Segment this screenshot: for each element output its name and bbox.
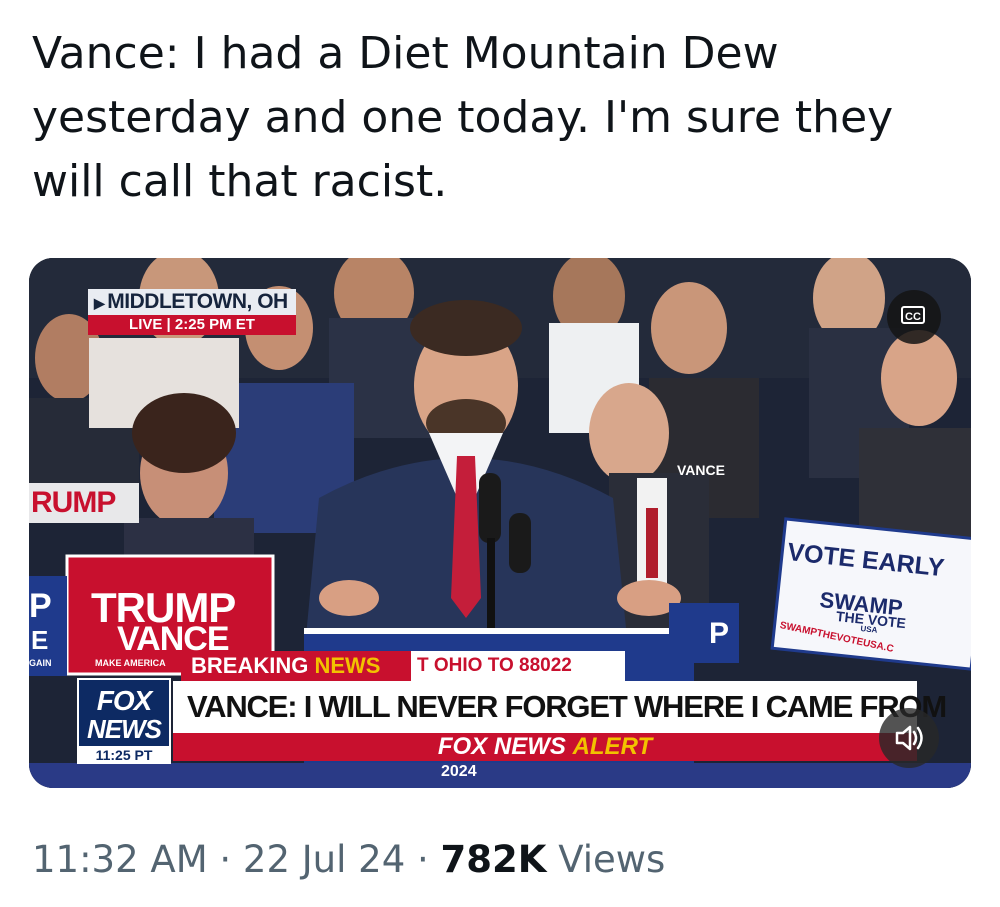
sign-make-america: MAKE AMERICA [95, 658, 166, 668]
meta-separator: · [207, 838, 243, 881]
volume-button[interactable] [879, 708, 939, 768]
views-count[interactable]: 782K [441, 838, 547, 881]
alert-prefix: FOX NEWS [437, 733, 566, 760]
network-line2: NEWS [87, 714, 162, 744]
cc-icon: CC [901, 306, 925, 324]
sign-e-left: E [31, 625, 49, 655]
tweet-date[interactable]: 22 Jul 24 [243, 838, 405, 881]
news-headline: VANCE: I WILL NEVER FORGET WHERE I CAME … [173, 681, 947, 733]
views-label: Views [546, 838, 666, 881]
podium-year: 2024 [441, 763, 477, 780]
shirt-vance-text: VANCE [677, 462, 725, 478]
sign-p-right: P [709, 617, 730, 650]
location-text: MIDDLETOWN, OH [107, 290, 288, 313]
closed-captions-button[interactable]: CC [887, 290, 941, 344]
breaking-label: BREAKING [191, 653, 309, 678]
video-player[interactable]: TRUMP VANCE MAKE AMERICA P E GAIN RUMP P… [29, 258, 971, 788]
sign-gain: GAIN [29, 658, 52, 668]
tweet-text: Vance: I had a Diet Mountain Dew yesterd… [32, 28, 894, 207]
network-time: 11:25 PT [77, 746, 171, 764]
sign-usa: USA [860, 624, 878, 635]
sign-rump: RUMP [31, 486, 116, 519]
speaker-volume-icon [895, 725, 923, 751]
breaking-news-label: NEWS [314, 653, 381, 678]
sign-p-left: P [29, 587, 52, 625]
ticker-text: T OHIO TO 88022 [411, 651, 625, 681]
network-line1: FOX [96, 685, 153, 716]
fox-news-alert-bar: FOX NEWS ALERT [173, 733, 917, 761]
meta-separator: · [405, 838, 441, 881]
tweet-meta: 11:32 AM · 22 Jul 24 · 782K Views [32, 838, 665, 881]
play-triangle-icon: ▶ [94, 295, 105, 311]
live-label: LIVE | 2:25 PM ET [88, 315, 296, 335]
tweet-time[interactable]: 11:32 AM [32, 838, 208, 881]
alert-word: ALERT [572, 733, 653, 760]
breaking-news-banner: BREAKING NEWS [181, 651, 411, 681]
location-bug: ▶ MIDDLETOWN, OH LIVE | 2:25 PM ET [88, 289, 296, 335]
